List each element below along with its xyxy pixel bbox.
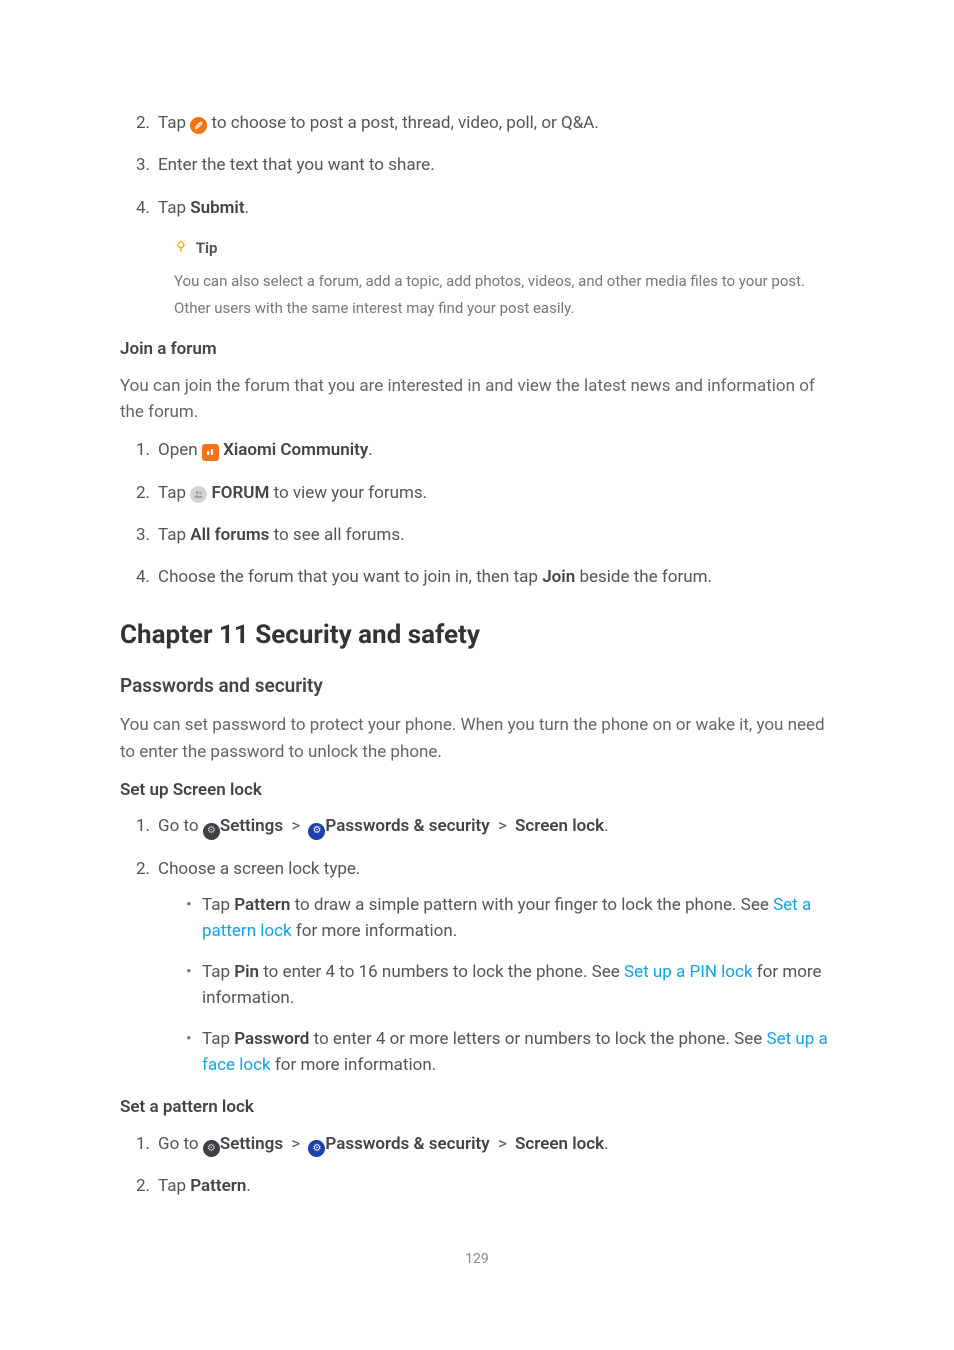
step-text: .: [368, 440, 372, 460]
pin-label: Pin: [234, 962, 259, 982]
step-text: .: [604, 1134, 608, 1154]
bullet-text: to enter 4 to 16 numbers to lock the pho…: [263, 962, 620, 982]
settings-label: Settings: [220, 1134, 283, 1154]
tip-title: Tip: [174, 237, 834, 260]
step-text: .: [245, 198, 249, 218]
list-item: 1. Open Xiaomi Community.: [136, 437, 834, 463]
settings-label: Settings: [220, 816, 283, 836]
step-text: to choose to post a post, thread, video,…: [211, 113, 598, 133]
pattern-lock-steps: 1. Go to ⚙Settings > ⚙Passwords & securi…: [120, 1131, 834, 1200]
step-text: Choose a screen lock type.: [158, 859, 360, 879]
step-text: Tap: [158, 113, 186, 133]
bullet-text: to draw a simple pattern with your finge…: [295, 895, 769, 915]
screen-lock-heading: Set up Screen lock: [120, 777, 834, 803]
step-text: Go to: [158, 816, 199, 836]
pw-sec-label: Passwords & security: [325, 1134, 489, 1154]
passwords-security-icon: ⚙: [308, 1140, 325, 1157]
step-text: Open: [158, 440, 198, 460]
post-steps-list: 2. Tap to choose to post a post, thread,…: [120, 110, 834, 221]
step-text: Enter the text that you want to share.: [158, 155, 435, 175]
password-label: Password: [234, 1029, 309, 1049]
settings-icon: ⚙: [203, 1140, 220, 1157]
submit-label: Submit: [190, 198, 244, 218]
breadcrumb-sep: >: [498, 816, 507, 836]
step-text: to see all forums.: [274, 525, 405, 545]
all-forums-label: All forums: [190, 525, 269, 545]
step-text: to view your forums.: [274, 483, 428, 503]
settings-icon: ⚙: [203, 823, 220, 840]
breadcrumb-sep: >: [498, 1134, 507, 1154]
list-item: 2. Tap FORUM to view your forums.: [136, 480, 834, 506]
list-item: 1. Go to ⚙Settings > ⚙Passwords & securi…: [136, 813, 834, 839]
step-text: .: [604, 816, 608, 836]
app-name: Xiaomi Community: [223, 440, 368, 460]
bullet-text: Tap: [202, 895, 230, 915]
section-intro: You can set password to protect your pho…: [120, 712, 834, 765]
bullet-text: Tap: [202, 1029, 230, 1049]
chapter-title: Chapter 11 Security and safety: [120, 615, 834, 655]
forum-icon: [190, 486, 207, 503]
pattern-label: Pattern: [234, 895, 290, 915]
list-item: 2. Tap to choose to post a post, thread,…: [136, 110, 834, 136]
tip-body: You can also select a forum, add a topic…: [174, 268, 834, 322]
screen-lock-steps: 1. Go to ⚙Settings > ⚙Passwords & securi…: [120, 813, 834, 1078]
list-item: 2. Tap Pattern.: [136, 1173, 834, 1199]
bullet-text: for more information.: [296, 921, 457, 941]
list-item: 4. Tap Submit.: [136, 195, 834, 221]
tip-block: Tip You can also select a forum, add a t…: [120, 237, 834, 322]
list-item: Tap Password to enter 4 or more letters …: [186, 1026, 834, 1079]
list-item: Tap Pattern to draw a simple pattern wit…: [186, 892, 834, 945]
page-number: 129: [120, 1249, 834, 1271]
step-text: Go to: [158, 1134, 199, 1154]
step-text: .: [246, 1176, 250, 1196]
step-text: Tap: [158, 525, 186, 545]
join-forum-intro: You can join the forum that you are inte…: [120, 373, 834, 426]
lock-type-list: Tap Pattern to draw a simple pattern wit…: [158, 892, 834, 1078]
breadcrumb-sep: >: [291, 816, 300, 836]
document-page: 2. Tap to choose to post a post, thread,…: [0, 0, 954, 1331]
list-item: 3. Tap All forums to see all forums.: [136, 522, 834, 548]
bullet-text: for more information.: [275, 1055, 436, 1075]
pw-sec-label: Passwords & security: [325, 816, 489, 836]
list-item: Tap Pin to enter 4 to 16 numbers to lock…: [186, 959, 834, 1012]
step-text: Tap: [158, 1176, 186, 1196]
join-forum-steps: 1. Open Xiaomi Community. 2. Tap FORUM t…: [120, 437, 834, 590]
list-item: 3. Enter the text that you want to share…: [136, 152, 834, 178]
section-title: Passwords and security: [120, 671, 834, 700]
forum-label: FORUM: [211, 483, 269, 503]
passwords-security-icon: ⚙: [308, 823, 325, 840]
join-forum-heading: Join a forum: [120, 336, 834, 362]
step-text: Tap: [158, 198, 186, 218]
screen-lock-label: Screen lock: [515, 816, 604, 836]
list-item: 1. Go to ⚙Settings > ⚙Passwords & securi…: [136, 1131, 834, 1157]
compose-icon: [190, 117, 207, 134]
screen-lock-label: Screen lock: [515, 1134, 604, 1154]
tip-title-text: Tip: [196, 239, 218, 257]
bulb-icon: [174, 239, 192, 257]
pin-lock-link[interactable]: Set up a PIN lock: [624, 962, 753, 982]
step-text: Choose the forum that you want to join i…: [158, 567, 538, 587]
join-label: Join: [542, 567, 575, 587]
bullet-text: to enter 4 or more letters or numbers to…: [314, 1029, 763, 1049]
list-item: 4. Choose the forum that you want to joi…: [136, 564, 834, 590]
breadcrumb-sep: >: [291, 1134, 300, 1154]
step-text: beside the forum.: [579, 567, 712, 587]
list-item: 2. Choose a screen lock type. Tap Patter…: [136, 856, 834, 1078]
xiaomi-community-icon: [202, 444, 219, 461]
bullet-text: Tap: [202, 962, 230, 982]
step-text: Tap: [158, 483, 186, 503]
pattern-label: Pattern: [190, 1176, 246, 1196]
pattern-lock-heading: Set a pattern lock: [120, 1094, 834, 1120]
